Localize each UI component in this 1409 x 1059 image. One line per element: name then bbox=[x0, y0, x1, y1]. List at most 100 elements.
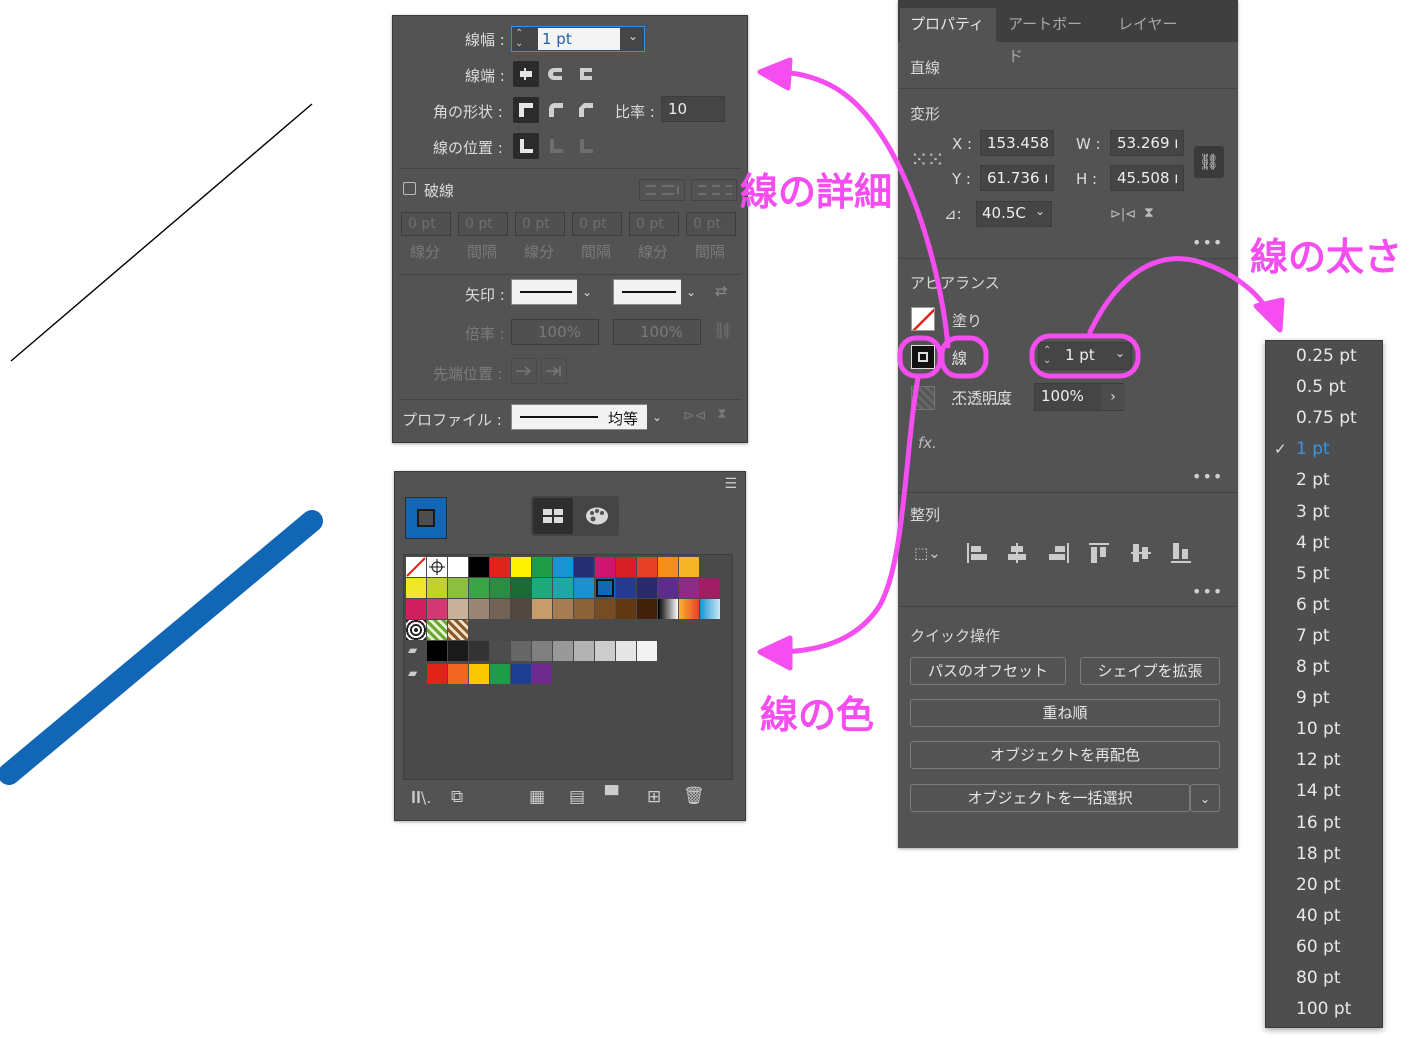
align-top-icon[interactable] bbox=[1088, 542, 1110, 568]
menu-item-weight[interactable]: 5 pt bbox=[1296, 564, 1330, 584]
color-swatch[interactable] bbox=[490, 599, 510, 619]
dash-input[interactable]: 0 pt bbox=[686, 212, 736, 236]
color-swatch[interactable] bbox=[427, 641, 447, 661]
menu-item-weight[interactable]: 60 pt bbox=[1296, 937, 1341, 957]
color-swatch[interactable] bbox=[448, 641, 468, 661]
gradient-swatch[interactable] bbox=[658, 599, 678, 619]
registration-swatch[interactable] bbox=[427, 557, 447, 577]
dash-align-icon[interactable] bbox=[691, 179, 737, 201]
color-swatch[interactable] bbox=[511, 557, 531, 577]
menu-item-weight[interactable]: 0.5 pt bbox=[1296, 377, 1346, 397]
color-swatch[interactable] bbox=[595, 578, 615, 598]
round-cap-icon[interactable] bbox=[543, 61, 569, 87]
start-scale-input[interactable]: 100% bbox=[511, 319, 599, 345]
color-swatch[interactable] bbox=[574, 599, 594, 619]
color-swatch[interactable] bbox=[637, 599, 657, 619]
menu-item-weight[interactable]: 14 pt bbox=[1296, 781, 1341, 801]
h-input[interactable]: 45.508 ı bbox=[1110, 165, 1184, 191]
align-outside-icon[interactable] bbox=[573, 133, 599, 159]
menu-item-weight[interactable]: 2 pt bbox=[1296, 470, 1330, 490]
color-swatch[interactable] bbox=[511, 664, 531, 684]
arrange-button[interactable]: 重ね順 bbox=[910, 699, 1220, 727]
menu-item-weight[interactable]: 18 pt bbox=[1296, 844, 1341, 864]
menu-item-weight[interactable]: 9 pt bbox=[1296, 688, 1330, 708]
place-swatch-icon[interactable]: ⧉ bbox=[451, 787, 463, 807]
flip-horizontal-icon[interactable]: ⊳|⊲ bbox=[1110, 207, 1136, 222]
gradient-swatch[interactable] bbox=[700, 599, 720, 619]
color-swatch[interactable] bbox=[427, 664, 447, 684]
color-swatch[interactable] bbox=[532, 578, 552, 598]
recolor-button[interactable]: オブジェクトを再配色 bbox=[910, 741, 1220, 769]
color-swatch[interactable] bbox=[469, 664, 489, 684]
tab-artboards[interactable]: アートボード bbox=[998, 8, 1106, 65]
new-swatch-icon[interactable]: ⊞ bbox=[647, 787, 661, 807]
menu-item-weight[interactable]: 4 pt bbox=[1296, 533, 1330, 553]
menu-item-weight[interactable]: 1 pt bbox=[1296, 439, 1330, 459]
angle-input[interactable]: 40.5C ⌄ bbox=[976, 201, 1052, 227]
align-center-icon[interactable] bbox=[513, 133, 539, 159]
ratio-input[interactable]: 10 bbox=[661, 96, 725, 122]
dash-input[interactable]: 0 pt bbox=[572, 212, 622, 236]
dash-input[interactable]: 0 pt bbox=[401, 212, 451, 236]
thick-blue-line-shape[interactable] bbox=[0, 510, 323, 785]
color-swatch[interactable] bbox=[679, 578, 699, 598]
color-swatch[interactable] bbox=[511, 599, 531, 619]
y-input[interactable]: 61.736 ı bbox=[980, 165, 1054, 191]
menu-item-weight[interactable]: 12 pt bbox=[1296, 750, 1341, 770]
stroke-weight-stepper[interactable]: ⌃ ⌄ 1 pt ⌄ bbox=[1038, 342, 1132, 370]
dash-input[interactable]: 0 pt bbox=[629, 212, 679, 236]
align-inside-icon[interactable] bbox=[543, 133, 569, 159]
color-swatch[interactable] bbox=[406, 578, 426, 598]
color-swatch[interactable] bbox=[427, 599, 447, 619]
menu-item-weight[interactable]: 100 pt bbox=[1296, 999, 1351, 1019]
color-swatch[interactable] bbox=[679, 557, 699, 577]
color-swatch[interactable] bbox=[490, 557, 510, 577]
color-swatch[interactable] bbox=[595, 557, 615, 577]
link-scale-icon[interactable]: ⛓ bbox=[713, 321, 733, 340]
pattern-swatch[interactable] bbox=[427, 620, 447, 640]
stroke-label[interactable]: 線 bbox=[952, 347, 967, 368]
color-swatch[interactable] bbox=[637, 578, 657, 598]
color-swatch[interactable] bbox=[616, 641, 636, 661]
color-swatch[interactable] bbox=[616, 578, 636, 598]
flip-vertical-icon[interactable]: ⧗ bbox=[717, 406, 727, 422]
panel-menu-icon[interactable]: ☰ bbox=[724, 476, 737, 492]
menu-item-weight[interactable]: 80 pt bbox=[1296, 968, 1341, 988]
dash-input[interactable]: 0 pt bbox=[458, 212, 508, 236]
opacity-input[interactable]: 100% › bbox=[1034, 383, 1125, 411]
w-input[interactable]: 53.269 ı bbox=[1110, 130, 1184, 156]
color-swatch[interactable] bbox=[595, 599, 615, 619]
color-swatch[interactable] bbox=[427, 578, 447, 598]
color-swatch[interactable] bbox=[532, 641, 552, 661]
select-same-dropdown[interactable]: ⌄ bbox=[1190, 784, 1220, 812]
color-swatch[interactable] bbox=[448, 557, 468, 577]
chevron-down-icon[interactable]: ⌄ bbox=[647, 404, 667, 430]
color-swatch[interactable] bbox=[637, 641, 657, 661]
pattern-swatch[interactable] bbox=[448, 620, 468, 640]
menu-item-weight[interactable]: 0.75 pt bbox=[1296, 408, 1357, 428]
menu-item-weight[interactable]: 20 pt bbox=[1296, 875, 1341, 895]
opacity-label[interactable]: 不透明度 bbox=[952, 387, 1012, 408]
offset-path-button[interactable]: パスのオフセット bbox=[910, 657, 1066, 685]
color-palette-icon[interactable] bbox=[577, 498, 617, 534]
color-swatch[interactable] bbox=[616, 557, 636, 577]
color-swatch[interactable] bbox=[658, 578, 678, 598]
stroke-color-indicator[interactable] bbox=[405, 497, 447, 539]
folder-icon[interactable]: ▰ bbox=[408, 643, 417, 657]
color-swatch[interactable] bbox=[511, 641, 531, 661]
dash-input[interactable]: 0 pt bbox=[515, 212, 565, 236]
x-input[interactable]: 153.458 bbox=[980, 130, 1054, 156]
miter-join-icon[interactable] bbox=[513, 97, 539, 123]
chevron-down-icon[interactable]: ⌄ bbox=[1115, 346, 1125, 360]
stepper-arrows-icon[interactable]: ⌃ ⌄ bbox=[515, 29, 523, 49]
swatch-options-icon[interactable]: ▤ bbox=[569, 787, 585, 807]
menu-item-weight[interactable]: 8 pt bbox=[1296, 657, 1330, 677]
new-group-folder-icon[interactable]: ▀ bbox=[605, 786, 618, 806]
menu-item-weight[interactable]: 10 pt bbox=[1296, 719, 1341, 739]
tip-beyond-icon[interactable] bbox=[511, 358, 537, 384]
color-swatch[interactable] bbox=[490, 641, 510, 661]
menu-item-weight[interactable]: 40 pt bbox=[1296, 906, 1341, 926]
align-left-icon[interactable] bbox=[966, 542, 988, 568]
more-options-icon[interactable]: ••• bbox=[1192, 467, 1223, 486]
color-swatch[interactable] bbox=[574, 641, 594, 661]
